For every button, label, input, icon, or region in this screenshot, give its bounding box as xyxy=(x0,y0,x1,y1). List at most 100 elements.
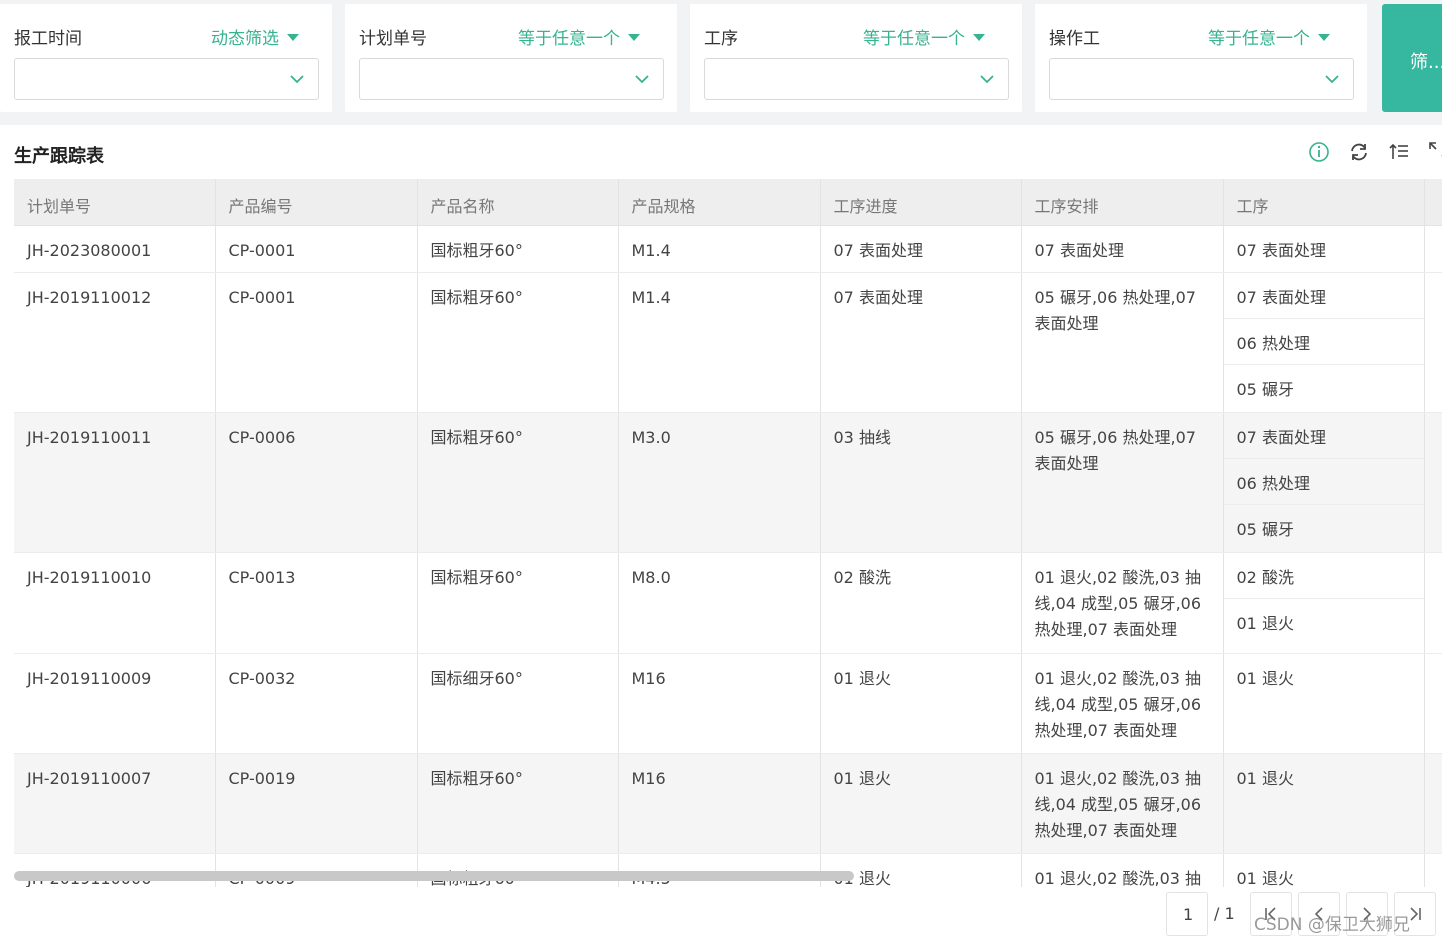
filter-operator: 操作工 等于任意一个 xyxy=(1035,4,1367,112)
sort-icon[interactable] xyxy=(1388,141,1410,163)
filter-bar: 报工时间 动态筛选 计划单号 等于任意一个 工序 等于任意一个 操作工 等于任意… xyxy=(0,0,1442,118)
table-cell: 国标粗牙60° xyxy=(417,853,619,887)
process-subcell: 05 碾牙 xyxy=(1236,379,1294,399)
table-row[interactable]: JH-2023080001 CP-0001 国标粗牙60° M1.4 07 表面处理 07… xyxy=(14,225,1442,273)
column-header[interactable]: 产品规格 xyxy=(618,179,821,226)
caret-down-icon xyxy=(973,34,985,41)
process-subcell: 05 碾牙 xyxy=(1223,504,1424,551)
table-cell: 05 碾牙,06 热处理,07 表面处理 xyxy=(1021,272,1224,413)
table-cell: 07 表面处理 xyxy=(820,272,1022,413)
table-row[interactable]: JH-2019110007 CP-0019 国标粗牙60° M16 01 退火 01 退火… xyxy=(14,753,1442,854)
filter-select[interactable] xyxy=(1049,58,1354,100)
table-cell: JH-2019110006 xyxy=(14,853,216,887)
filter-mode-dropdown[interactable]: 等于任意一个 xyxy=(518,24,640,49)
table-cell: 01 退火 xyxy=(820,853,1022,887)
table-cell: M4.5 xyxy=(618,853,821,887)
table-cell: M1.4 xyxy=(618,272,821,413)
table-cell: CP-0009 xyxy=(215,853,418,887)
column-header[interactable]: 工序 xyxy=(1223,179,1425,226)
page-total: / 1 xyxy=(1214,904,1235,923)
table-cell-overflow xyxy=(1424,552,1442,654)
table-cell: 01 退火,02 酸洗,03 抽线 xyxy=(1021,853,1224,887)
table-cell: JH-2019110007 xyxy=(14,753,216,854)
table-title: 生产跟踪表 xyxy=(14,146,104,167)
table-header-row: 计划单号 产品编号 产品名称 产品规格 工序进度 工序安排 工序 xyxy=(14,179,1442,226)
process-subcell: 01 退火 xyxy=(1236,613,1294,633)
info-icon[interactable] xyxy=(1308,141,1330,163)
filter-label: 操作工 xyxy=(1049,29,1100,49)
table-row[interactable]: JH-2019110006CP-0009国标粗牙60°M4.501 退火01 退… xyxy=(14,853,1442,887)
table-cell: CP-0006 xyxy=(215,412,418,553)
table-cell: 01 退火 xyxy=(820,653,1022,754)
table-cell: CP-0001 xyxy=(215,225,418,273)
table-cell: M16 xyxy=(618,653,821,754)
production-tracking-table: 计划单号 产品编号 产品名称 产品规格 工序进度 工序安排 工序 JH-2023… xyxy=(14,179,1442,887)
column-header[interactable]: 产品编号 xyxy=(215,179,418,226)
column-header[interactable]: 工序安排 xyxy=(1021,179,1224,226)
process-cell: 01 退火 xyxy=(1223,853,1425,887)
table-cell: 国标粗牙60° xyxy=(417,753,619,854)
process-subcell: 07 表面处理 xyxy=(1223,273,1424,319)
table-cell: 国标粗牙60° xyxy=(417,272,619,413)
process-subcell: 01 退火 xyxy=(1223,753,1424,800)
column-header[interactable]: 计划单号 xyxy=(14,179,216,226)
filter-select[interactable] xyxy=(704,58,1009,100)
table-cell: 05 碾牙,06 热处理,07 表面处理 xyxy=(1021,412,1224,553)
filter-select[interactable] xyxy=(359,58,664,100)
table-cell: M8.0 xyxy=(618,552,821,654)
chevron-down-icon xyxy=(635,75,649,84)
filter-report-time: 报工时间 动态筛选 xyxy=(0,4,332,112)
table-panel: 生产跟踪表 计划单号 产品编号 产品名称 产品规格 工序进度 工序安排 工序 J… xyxy=(0,125,1442,942)
process-subcell: 07 表面处理 xyxy=(1223,412,1424,459)
filter-select[interactable] xyxy=(14,58,319,100)
data-grid: 计划单号 产品编号 产品名称 产品规格 工序进度 工序安排 工序 JH-2023… xyxy=(14,179,1442,887)
table-cell-overflow xyxy=(1424,272,1442,413)
column-header[interactable]: 产品名称 xyxy=(417,179,619,226)
process-subcell: 02 酸洗 xyxy=(1223,553,1424,599)
process-subcell: 06 热处理 xyxy=(1223,458,1424,505)
process-cell: 01 退火 xyxy=(1223,753,1425,854)
table-cell-overflow xyxy=(1424,753,1442,854)
table-row[interactable]: JH-2019110010 CP-0013 国标粗牙60° M8.0 02 酸洗 01 退… xyxy=(14,552,1442,654)
table-cell: JH-2019110012 xyxy=(14,272,216,413)
table-cell: 02 酸洗 xyxy=(820,552,1022,654)
process-cell: 07 表面处理 xyxy=(1223,225,1425,273)
horizontal-scrollbar[interactable] xyxy=(14,871,854,881)
caret-down-icon xyxy=(287,34,299,41)
table-cell: CP-0019 xyxy=(215,753,418,854)
filter-label: 计划单号 xyxy=(359,29,427,49)
filter-button[interactable]: 筛... xyxy=(1382,4,1442,112)
watermark: CSDN @保卫大狮兄 xyxy=(1254,915,1410,935)
caret-down-icon xyxy=(1318,34,1330,41)
table-row[interactable]: JH-2019110012 CP-0001 国标粗牙60° M1.4 07 表面处理 05… xyxy=(14,272,1442,413)
page-number-input[interactable]: 1 xyxy=(1166,892,1208,936)
table-cell: CP-0032 xyxy=(215,653,418,754)
process-subcell: 01 退火 xyxy=(1236,668,1294,688)
table-cell: M16 xyxy=(618,753,821,854)
filter-mode-dropdown[interactable]: 等于任意一个 xyxy=(863,24,985,49)
filter-process: 工序 等于任意一个 xyxy=(690,4,1022,112)
process-subcell: 07 表面处理 xyxy=(1236,240,1326,260)
chevron-down-icon xyxy=(290,75,304,84)
filter-plan-number: 计划单号 等于任意一个 xyxy=(345,4,677,112)
table-cell-overflow xyxy=(1424,653,1442,754)
table-row[interactable]: JH-2019110011 CP-0006 国标粗牙60° M3.0 03 抽线 05 碾… xyxy=(14,412,1442,553)
table-cell: 01 退火,02 酸洗,03 抽线,04 成型,05 碾牙,06 热处理,07 … xyxy=(1021,552,1224,654)
table-cell: 03 抽线 xyxy=(820,412,1022,553)
table-cell: 07 表面处理 xyxy=(1021,225,1224,273)
filter-label: 工序 xyxy=(704,29,738,49)
refresh-icon[interactable] xyxy=(1348,141,1370,163)
table-cell: 国标细牙60° xyxy=(417,653,619,754)
filter-mode-dropdown[interactable]: 等于任意一个 xyxy=(1208,24,1330,49)
table-row[interactable]: JH-2019110009 CP-0032 国标细牙60° M16 01 退火 01 退火… xyxy=(14,653,1442,754)
process-cell: 07 表面处理 06 热处理 05 碾牙 xyxy=(1223,272,1425,413)
fullscreen-icon[interactable] xyxy=(1428,141,1442,163)
table-cell: JH-2019110009 xyxy=(14,653,216,754)
filter-label: 报工时间 xyxy=(14,29,82,49)
table-cell: 07 表面处理 xyxy=(820,225,1022,273)
column-header[interactable]: 工序进度 xyxy=(820,179,1022,226)
filter-mode-dropdown[interactable]: 动态筛选 xyxy=(211,24,299,49)
chevron-down-icon xyxy=(1325,75,1339,84)
process-subcell: 06 热处理 xyxy=(1223,319,1424,365)
table-cell-overflow xyxy=(1424,853,1442,887)
